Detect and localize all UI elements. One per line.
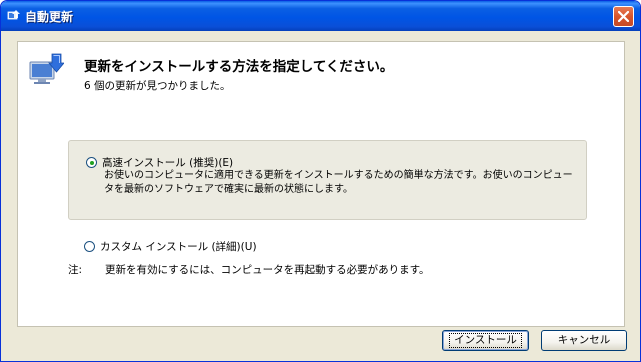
restart-note: 更新を有効にするには、コンピュータを再起動する必要があります。 bbox=[105, 264, 430, 276]
windows-update-icon bbox=[7, 10, 20, 20]
express-install-radio[interactable] bbox=[86, 157, 97, 168]
install-button-label: インストール bbox=[449, 333, 522, 348]
title-bar[interactable]: 自動更新 bbox=[1, 1, 640, 31]
window-title: 自動更新 bbox=[25, 10, 74, 24]
cancel-button[interactable]: キャンセル bbox=[541, 330, 627, 351]
updates-found-text: 6 個の更新が見つかりました。 bbox=[84, 80, 231, 92]
install-button[interactable]: インストール bbox=[442, 330, 529, 351]
express-install-description: お使いのコンピュータに適用できる更新をインストールするための簡単な方法です。お使… bbox=[104, 170, 573, 195]
dialog-heading: 更新をインストールする方法を指定してください。 bbox=[84, 59, 394, 75]
express-install-group: 高速インストール (推奨)(E) お使いのコンピュータに適用できる更新をインスト… bbox=[68, 140, 587, 220]
custom-install-radio[interactable] bbox=[84, 241, 95, 252]
update-shield-icon bbox=[29, 53, 64, 84]
close-button[interactable] bbox=[613, 6, 634, 27]
radio-selected-dot bbox=[89, 160, 94, 165]
express-install-label[interactable]: 高速インストール (推奨)(E) bbox=[102, 155, 233, 170]
note-prefix: 注: bbox=[68, 264, 83, 276]
close-icon bbox=[618, 11, 629, 22]
update-dialog-window: 自動更新 更新をインストールする方法を指定してください。 6 個の更新が見つかり… bbox=[0, 0, 641, 362]
custom-install-label[interactable]: カスタム インストール (詳細)(U) bbox=[100, 239, 257, 254]
content-panel: 更新をインストールする方法を指定してください。 6 個の更新が見つかりました。 … bbox=[17, 41, 625, 327]
